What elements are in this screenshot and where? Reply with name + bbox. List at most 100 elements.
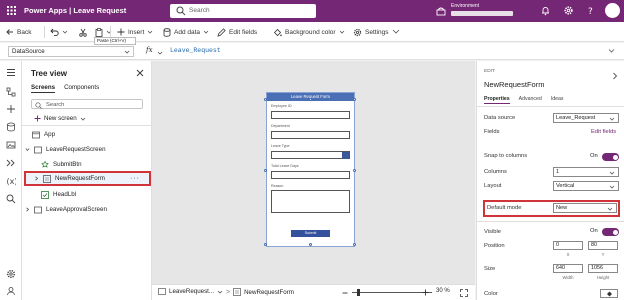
zoom-unit: % <box>444 288 450 294</box>
resize-handle[interactable] <box>264 98 267 101</box>
fx-icon[interactable]: fx <box>146 46 153 54</box>
tree-view-icon[interactable] <box>6 87 16 97</box>
total-leave-days-input[interactable] <box>271 171 350 179</box>
edit-fields-link[interactable]: Edit fields <box>591 129 616 135</box>
help-icon[interactable]: ? <box>585 5 596 16</box>
tree-node-submit-btn[interactable]: SubmitBtn <box>41 159 82 170</box>
virtual-agent-icon[interactable] <box>6 286 16 296</box>
search-icon <box>35 101 42 109</box>
global-search-input[interactable]: Search <box>170 4 316 18</box>
environment-icon <box>436 7 446 16</box>
more-options-icon[interactable]: ··· <box>130 175 140 182</box>
tree-node-head-lbl[interactable]: HeadLbl <box>41 189 76 200</box>
tab-advanced[interactable]: Advanced <box>519 96 542 104</box>
dropdown-button[interactable] <box>342 152 349 159</box>
cut-button[interactable] <box>79 26 87 38</box>
database-icon <box>163 27 171 37</box>
employee-id-input[interactable] <box>271 111 350 119</box>
color-picker-button[interactable] <box>600 289 618 298</box>
leave-type-dropdown[interactable] <box>271 151 350 159</box>
zoom-slider-thumb[interactable] <box>357 289 360 296</box>
tree-view-title: Tree view <box>31 69 68 78</box>
back-button[interactable]: Back <box>6 26 31 38</box>
variables-icon[interactable]: (x) <box>6 176 17 186</box>
fields-label: Fields <box>484 129 500 135</box>
tree-node-leave-request-screen[interactable]: LeaveRequestScreen <box>25 144 106 155</box>
plus-icon[interactable] <box>6 104 16 114</box>
expand-formula-icon[interactable] <box>608 48 615 54</box>
app-screen-preview[interactable]: Leave Request Form Employee ID Departmen… <box>266 92 355 247</box>
database-icon[interactable] <box>6 122 16 132</box>
new-screen-button[interactable]: New screen <box>34 115 86 122</box>
field-label-leave-type: Leave Type <box>271 144 290 148</box>
tree-node-app[interactable]: App <box>32 129 55 140</box>
chevron-right-icon[interactable] <box>25 207 30 212</box>
tab-screens[interactable]: Screens <box>31 84 56 93</box>
position-y-input[interactable]: 80 <box>588 241 618 250</box>
edit-fields-button[interactable]: Edit fields <box>217 26 257 38</box>
resize-handle[interactable] <box>264 243 267 246</box>
chevron-right-icon[interactable] <box>612 72 618 80</box>
hamburger-icon[interactable] <box>6 68 16 77</box>
tab-components[interactable]: Components <box>64 84 99 93</box>
department-input[interactable] <box>271 131 350 139</box>
screen-breadcrumb[interactable]: LeaveRequest... <box>158 288 223 295</box>
tab-properties[interactable]: Properties <box>484 96 510 104</box>
environment-picker[interactable]: Environment <box>436 3 526 19</box>
resize-handle[interactable] <box>309 243 312 246</box>
screen-icon <box>34 146 42 153</box>
width-input[interactable]: 640 <box>553 264 583 273</box>
resize-handle[interactable] <box>309 98 312 101</box>
media-icon[interactable] <box>6 140 16 150</box>
columns-dropdown[interactable]: 1 <box>553 167 619 177</box>
tree-node-label: HeadLbl <box>53 191 77 198</box>
app-header: Power Apps | Leave Request Search Enviro… <box>0 0 624 22</box>
control-breadcrumb[interactable]: > NewRequestForm <box>226 288 294 296</box>
position-x-input[interactable]: 0 <box>553 241 583 250</box>
settings-button[interactable]: Settings <box>353 26 389 38</box>
resize-handle[interactable] <box>353 169 356 172</box>
bell-icon[interactable] <box>540 5 551 16</box>
tab-ideas[interactable]: Ideas <box>551 96 564 104</box>
search-placeholder: Search <box>189 7 210 14</box>
data-source-value: Leave_Request <box>556 115 596 121</box>
avatar[interactable] <box>605 3 620 18</box>
visible-state: On <box>590 228 598 234</box>
layout-dropdown[interactable]: Vertical <box>553 181 619 191</box>
resize-handle[interactable] <box>264 169 267 172</box>
waffle-icon[interactable] <box>7 6 16 15</box>
power-automate-icon[interactable] <box>6 158 16 168</box>
search-icon[interactable] <box>6 194 16 204</box>
formula-input[interactable]: Leave_Request <box>170 46 610 57</box>
chevron-right-icon[interactable] <box>34 176 39 181</box>
undo-icon <box>50 28 59 36</box>
tree-node-leave-approval-screen[interactable]: LeaveApprovalScreen <box>25 204 107 215</box>
tree-node-new-request-form[interactable]: NewRequestForm <box>34 173 105 184</box>
add-data-button[interactable]: Add data <box>163 26 209 38</box>
settings-icon[interactable] <box>6 269 16 279</box>
property-dropdown[interactable]: DataSource <box>8 46 134 57</box>
plus-icon <box>117 28 125 36</box>
resize-handle[interactable] <box>353 98 356 101</box>
data-source-dropdown[interactable]: Leave_Request <box>553 113 619 123</box>
zoom-slider-track[interactable] <box>352 292 432 293</box>
zoom-out-icon[interactable] <box>342 290 348 296</box>
fit-to-screen-icon[interactable] <box>460 289 468 297</box>
gear-icon[interactable] <box>563 5 574 16</box>
undo-button[interactable] <box>50 26 68 38</box>
resize-handle[interactable] <box>353 243 356 246</box>
more-options-icon[interactable] <box>392 29 400 35</box>
background-color-button[interactable]: Background color <box>273 26 345 38</box>
visible-toggle[interactable] <box>602 228 619 236</box>
default-mode-dropdown[interactable]: New <box>553 203 617 213</box>
zoom-in-icon[interactable] <box>422 289 429 296</box>
close-icon[interactable] <box>136 69 144 77</box>
height-input[interactable]: 1056 <box>588 264 618 273</box>
chevron-down-icon[interactable] <box>157 50 163 56</box>
reason-input[interactable] <box>271 190 350 213</box>
tree-search-input[interactable]: Search <box>31 99 143 109</box>
divider <box>22 125 152 126</box>
snap-to-columns-toggle[interactable] <box>602 153 619 161</box>
submit-button[interactable]: Submit <box>291 230 330 237</box>
chevron-down-icon[interactable] <box>25 147 30 152</box>
